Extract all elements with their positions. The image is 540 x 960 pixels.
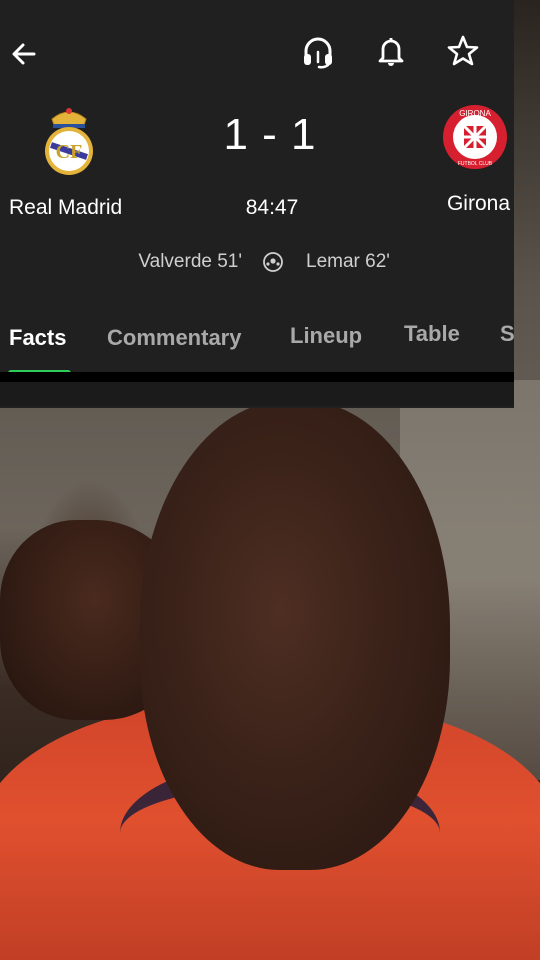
panel-bottom-edge <box>0 382 514 406</box>
divider <box>0 372 514 382</box>
tab-commentary[interactable]: Commentary <box>107 325 241 351</box>
top-toolbar <box>0 0 514 100</box>
match-clock: 84:47 <box>245 196 299 219</box>
star-icon[interactable] <box>446 34 480 68</box>
svg-text:FUTBOL CLUB: FUTBOL CLUB <box>458 161 493 167</box>
tab-table[interactable]: Table <box>404 321 460 347</box>
person-face <box>140 400 450 870</box>
away-goal-scorer: Lemar 62' <box>306 251 390 272</box>
girona-crest-icon[interactable]: GIRONA FUTBOL CLUB <box>440 104 510 170</box>
headphones-icon[interactable] <box>300 34 336 70</box>
tab-lineup[interactable]: Lineup <box>290 323 362 349</box>
away-team-name[interactable]: Girona <box>380 192 510 216</box>
score: 1 - 1 <box>223 110 317 159</box>
bell-icon[interactable] <box>374 34 408 68</box>
match-tabs: Facts Commentary Lineup Table S <box>0 300 514 380</box>
svg-text:GIRONA: GIRONA <box>459 109 491 118</box>
home-goal-scorer: Valverde 51' <box>138 251 242 272</box>
svg-text:CF: CF <box>56 141 83 163</box>
tab-facts[interactable]: Facts <box>9 325 66 351</box>
screen: CF GIRONA FUTBOL CLUB 1 - 1 Real Madrid … <box>0 0 540 960</box>
tab-stats[interactable]: S <box>500 321 514 347</box>
match-score-panel: CF GIRONA FUTBOL CLUB 1 - 1 Real Madrid … <box>0 0 514 408</box>
home-team-name[interactable]: Real Madrid <box>9 196 122 220</box>
back-icon[interactable] <box>8 38 40 70</box>
real-madrid-crest-icon[interactable]: CF <box>40 105 98 175</box>
soccer-ball-icon <box>263 252 283 272</box>
